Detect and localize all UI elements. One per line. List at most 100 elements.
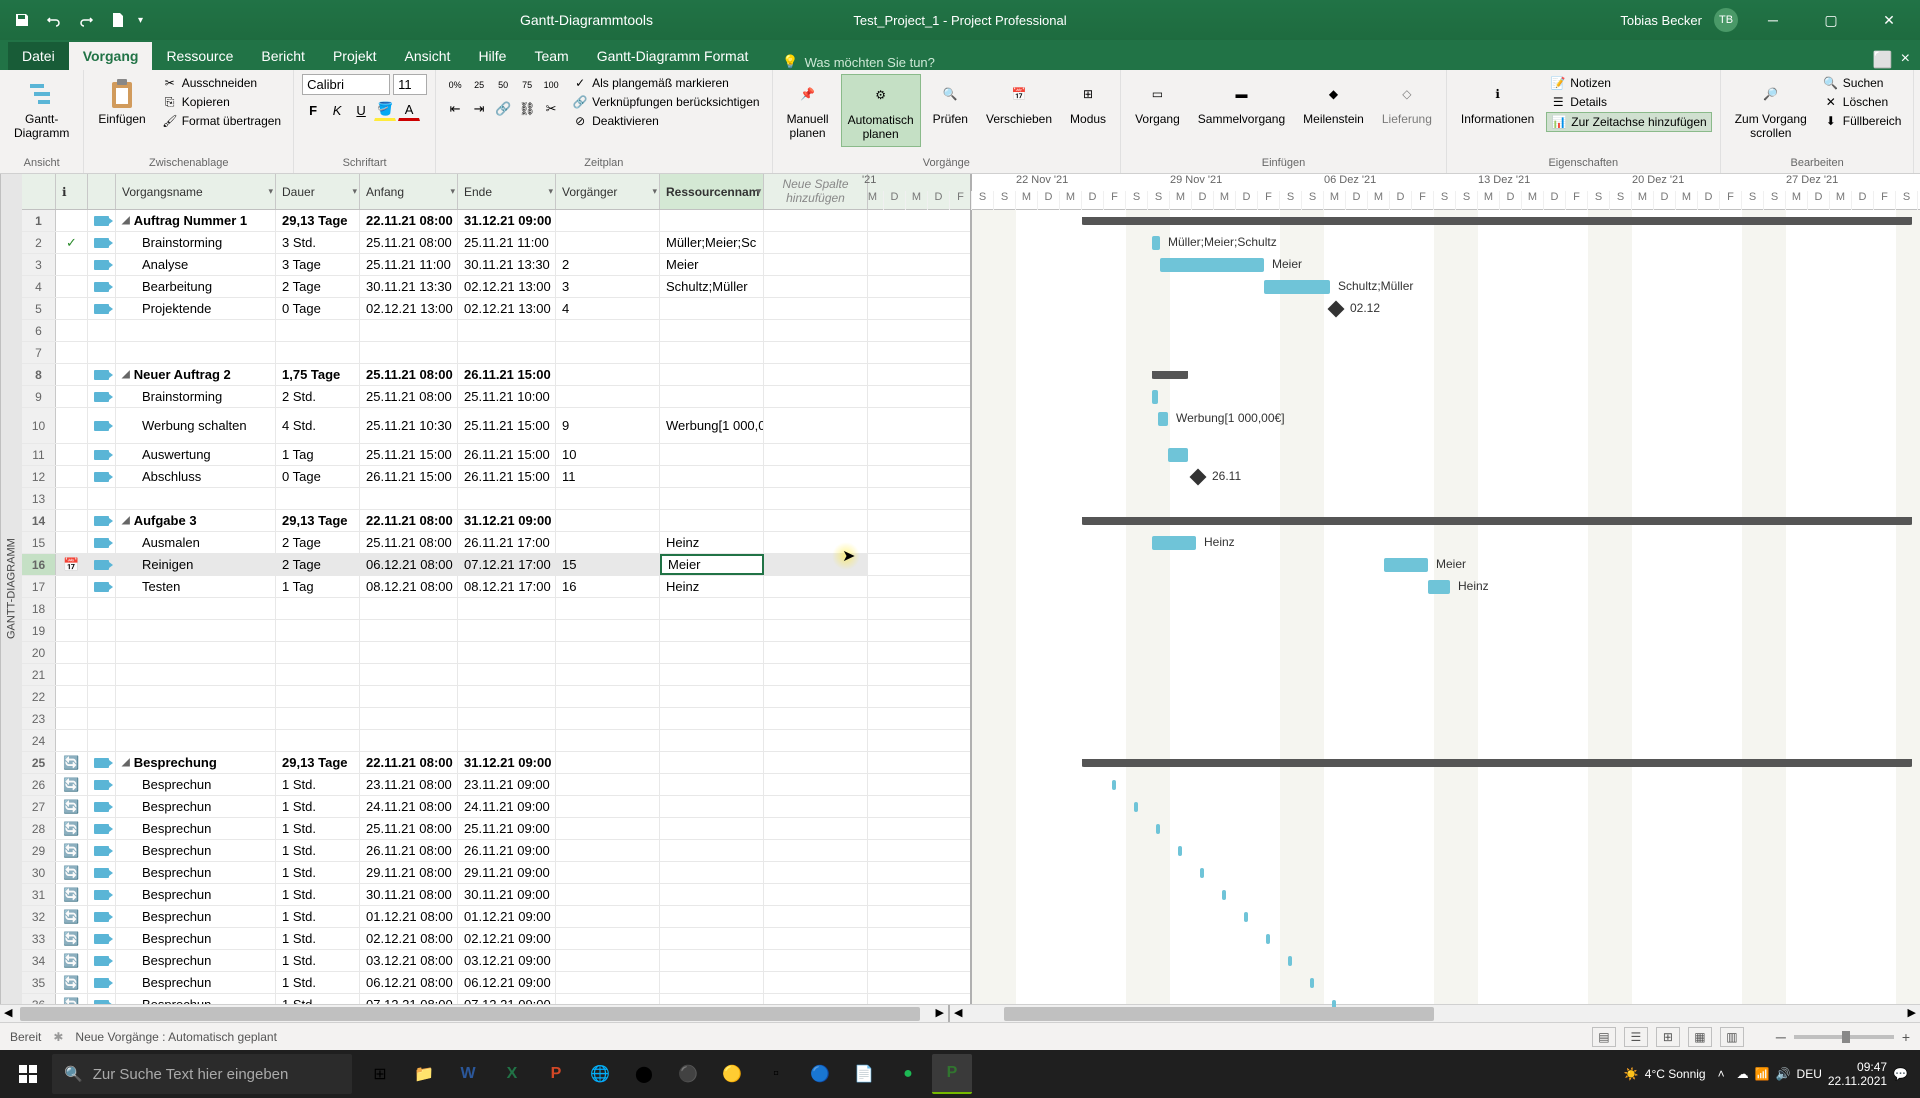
auto-schedule-button[interactable]: ⚙Automatisch planen xyxy=(841,74,921,147)
col-name[interactable]: Vorgangsname▾ xyxy=(116,174,276,209)
start-button[interactable] xyxy=(4,1050,52,1098)
gantt-task-bar[interactable] xyxy=(1152,236,1160,250)
view-usage-button[interactable]: ☰ xyxy=(1624,1027,1648,1047)
table-row[interactable]: 22 xyxy=(22,686,970,708)
col-start[interactable]: Anfang▾ xyxy=(360,174,458,209)
notifications-icon[interactable]: 💬 xyxy=(1893,1067,1908,1081)
gantt-summary-bar[interactable] xyxy=(1082,759,1912,767)
respect-links-button[interactable]: 🔗Verknüpfungen berücksichtigen xyxy=(568,93,763,111)
table-row[interactable]: 11 Auswertung 1 Tag 25.11.21 15:00 26.11… xyxy=(22,444,970,466)
table-row[interactable]: 24 xyxy=(22,730,970,752)
tab-ansicht[interactable]: Ansicht xyxy=(391,42,465,70)
ribbon-display-icon[interactable]: ⬜ xyxy=(1873,50,1893,70)
information-button[interactable]: ℹInformationen xyxy=(1455,74,1540,130)
table-row[interactable]: 33 🔄 Besprechun 1 Std. 02.12.21 08:00 02… xyxy=(22,928,970,950)
gantt-task-bar[interactable] xyxy=(1168,448,1188,462)
table-row[interactable]: 6 xyxy=(22,320,970,342)
table-row[interactable]: 5 Projektende 0 Tage 02.12.21 13:00 02.1… xyxy=(22,298,970,320)
clock-date[interactable]: 22.11.2021 xyxy=(1828,1074,1887,1088)
ribbon-collapse-icon[interactable]: × xyxy=(1901,50,1910,70)
table-row[interactable]: 4 Bearbeitung 2 Tage 30.11.21 13:30 02.1… xyxy=(22,276,970,298)
table-row[interactable]: 20 xyxy=(22,642,970,664)
table-row[interactable]: 32 🔄 Besprechun 1 Std. 01.12.21 08:00 01… xyxy=(22,906,970,928)
gantt-milestone[interactable] xyxy=(1190,469,1207,486)
table-row[interactable]: 15 Ausmalen 2 Tage 25.11.21 08:00 26.11.… xyxy=(22,532,970,554)
add-to-timeline-button[interactable]: 📊Zur Zeitachse hinzufügen xyxy=(1546,112,1711,132)
tab-bericht[interactable]: Bericht xyxy=(247,42,319,70)
table-row[interactable]: 14 ◢Aufgabe 3 29,13 Tage 22.11.21 08:00 … xyxy=(22,510,970,532)
tab-projekt[interactable]: Projekt xyxy=(319,42,391,70)
gantt-hscroll[interactable]: ◀ ▶ xyxy=(950,1005,1920,1022)
gantt-summary-bar[interactable] xyxy=(1082,217,1912,225)
table-row[interactable]: 2 ✓ Brainstorming 3 Std. 25.11.21 08:00 … xyxy=(22,232,970,254)
gantt-task-bar[interactable] xyxy=(1152,390,1158,404)
table-hscroll[interactable]: ◀ ▶ xyxy=(0,1005,950,1022)
tab-hilfe[interactable]: Hilfe xyxy=(464,42,520,70)
table-row[interactable]: 3 Analyse 3 Tage 25.11.21 11:00 30.11.21… xyxy=(22,254,970,276)
table-row[interactable]: 1 ◢Auftrag Nummer 1 29,13 Tage 22.11.21 … xyxy=(22,210,970,232)
underline-button[interactable]: U xyxy=(350,99,372,121)
view-network-button[interactable]: ⊞ xyxy=(1656,1027,1680,1047)
zoom-slider[interactable] xyxy=(1794,1035,1894,1039)
table-row[interactable]: 35 🔄 Besprechun 1 Std. 06.12.21 08:00 06… xyxy=(22,972,970,994)
table-row[interactable]: 12 Abschluss 0 Tage 26.11.21 15:00 26.11… xyxy=(22,466,970,488)
insert-milestone-button[interactable]: ◆Meilenstein xyxy=(1297,74,1370,130)
clock-time[interactable]: 09:47 xyxy=(1828,1060,1887,1074)
gantt-summary-bar[interactable] xyxy=(1082,517,1912,525)
table-row[interactable]: 17 Testen 1 Tag 08.12.21 08:00 08.12.21 … xyxy=(22,576,970,598)
fill-button[interactable]: ⬇Füllbereich xyxy=(1819,112,1906,130)
taskbar-search[interactable]: 🔍 Zur Suche Text hier eingeben xyxy=(52,1054,352,1094)
progress-25-button[interactable]: 25 xyxy=(468,74,490,96)
gantt-body[interactable]: Müller;Meier;SchultzMeierSchultz;Müller0… xyxy=(972,210,1920,1004)
tab-team[interactable]: Team xyxy=(520,42,582,70)
delete-button[interactable]: ✕Löschen xyxy=(1819,93,1906,111)
col-info[interactable]: ℹ xyxy=(56,174,88,209)
explorer-app[interactable]: 📁 xyxy=(404,1054,444,1094)
table-row[interactable]: 31 🔄 Besprechun 1 Std. 30.11.21 08:00 30… xyxy=(22,884,970,906)
inspect-button[interactable]: 🔍Prüfen xyxy=(927,74,974,130)
font-color-button[interactable]: A xyxy=(398,99,420,121)
weather-text[interactable]: 4°C Sonnig xyxy=(1645,1067,1706,1081)
app-1[interactable]: 🟡 xyxy=(712,1054,752,1094)
table-row[interactable]: 8 ◢Neuer Auftrag 2 1,75 Tage 25.11.21 08… xyxy=(22,364,970,386)
progress-100-button[interactable]: 100 xyxy=(540,74,562,96)
gantt-chart-button[interactable]: Gantt- Diagramm xyxy=(8,74,75,145)
outdent-button[interactable]: ⇤ xyxy=(444,98,466,120)
progress-50-button[interactable]: 50 xyxy=(492,74,514,96)
table-row[interactable]: 25 🔄 ◢Besprechung 29,13 Tage 22.11.21 08… xyxy=(22,752,970,774)
gantt-summary-bar[interactable] xyxy=(1152,371,1188,379)
link-button[interactable]: 🔗 xyxy=(492,98,514,120)
redo-icon[interactable] xyxy=(74,8,98,32)
table-row[interactable]: 34 🔄 Besprechun 1 Std. 03.12.21 08:00 03… xyxy=(22,950,970,972)
deactivate-button[interactable]: ⊘Deaktivieren xyxy=(568,112,763,130)
browser-app[interactable]: 🌐 xyxy=(580,1054,620,1094)
tray-lang[interactable]: DEU xyxy=(1797,1067,1822,1081)
format-painter-button[interactable]: 🖌Format übertragen xyxy=(158,112,285,130)
font-name-combo[interactable] xyxy=(302,74,390,95)
tab-ressource[interactable]: Ressource xyxy=(152,42,247,70)
indent-button[interactable]: ⇥ xyxy=(468,98,490,120)
move-button[interactable]: 📅Verschieben xyxy=(980,74,1058,130)
notepad-app[interactable]: 📄 xyxy=(844,1054,884,1094)
progress-75-button[interactable]: 75 xyxy=(516,74,538,96)
word-app[interactable]: W xyxy=(448,1054,488,1094)
edge-app[interactable]: 🔵 xyxy=(800,1054,840,1094)
tray-cloud-icon[interactable]: ☁ xyxy=(1737,1067,1749,1081)
notes-button[interactable]: 📝Notizen xyxy=(1546,74,1711,92)
gantt-task-bar[interactable] xyxy=(1152,536,1196,550)
taskview-button[interactable]: ⊞ xyxy=(360,1054,400,1094)
view-resource-button[interactable]: ▥ xyxy=(1720,1027,1744,1047)
tell-me-search[interactable]: 💡 Was möchten Sie tun? xyxy=(782,54,935,70)
copy-button[interactable]: ⎘Kopieren xyxy=(158,93,285,111)
col-duration[interactable]: Dauer▾ xyxy=(276,174,360,209)
table-row[interactable]: 18 xyxy=(22,598,970,620)
save-icon[interactable] xyxy=(10,8,34,32)
mode-button[interactable]: ⊞Modus xyxy=(1064,74,1112,130)
col-mode[interactable] xyxy=(88,174,116,209)
tab-file[interactable]: Datei xyxy=(8,42,69,70)
excel-app[interactable]: X xyxy=(492,1054,532,1094)
table-row[interactable]: 28 🔄 Besprechun 1 Std. 25.11.21 08:00 25… xyxy=(22,818,970,840)
insert-task-button[interactable]: ▭Vorgang xyxy=(1129,74,1186,130)
app-2[interactable]: ▫ xyxy=(756,1054,796,1094)
table-row[interactable]: 30 🔄 Besprechun 1 Std. 29.11.21 08:00 29… xyxy=(22,862,970,884)
